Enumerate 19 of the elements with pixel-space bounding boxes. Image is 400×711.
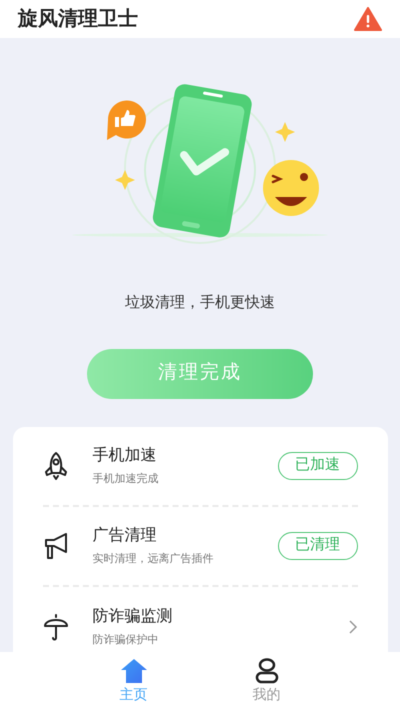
feature-title: 防诈骗监测 xyxy=(92,606,174,627)
status-button[interactable]: 已加速 xyxy=(278,452,358,480)
feature-subtitle: 实时清理，远离广告插件 xyxy=(92,552,214,567)
umbrella-icon xyxy=(42,612,68,642)
status-button[interactable]: 已清理 xyxy=(278,532,358,560)
nav-tab[interactable]: 我的 xyxy=(200,652,333,711)
feature-subtitle: 手机加速完成 xyxy=(92,472,160,487)
chevron-right-icon[interactable] xyxy=(348,618,358,634)
nav-tab[interactable]: 主页 xyxy=(67,652,200,711)
app-title: 旋风清理卫士 xyxy=(18,7,138,32)
clean-complete-button[interactable]: 清理完成 xyxy=(87,348,313,398)
feature-title: 手机加速 xyxy=(92,446,158,466)
tagline: 垃圾清理，手机更快速 xyxy=(125,293,275,313)
feature-title: 广告清理 xyxy=(92,526,158,546)
warning-icon[interactable] xyxy=(354,7,382,31)
home-icon xyxy=(120,658,148,684)
feature-subtitle: 防诈骗保护中 xyxy=(92,632,160,648)
megaphone-icon xyxy=(42,530,68,560)
rocket-icon xyxy=(42,450,68,480)
